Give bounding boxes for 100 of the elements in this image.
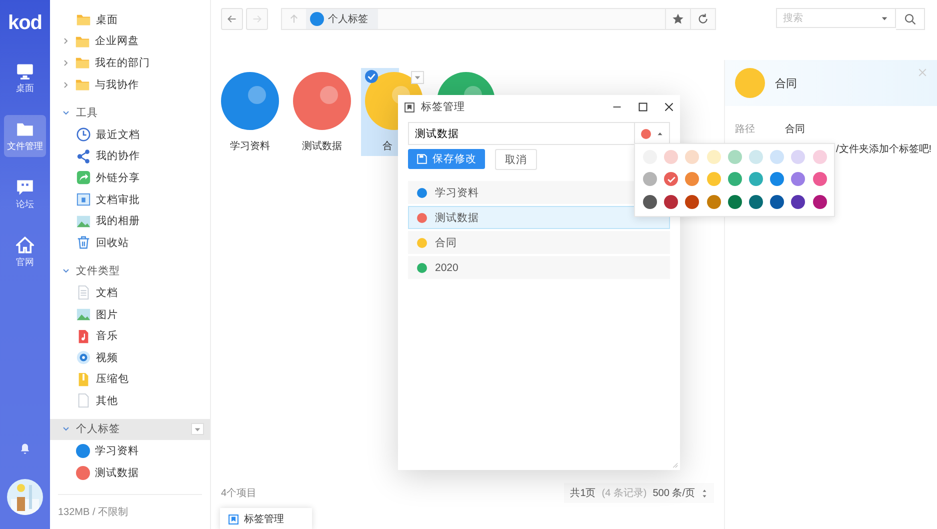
tree-item[interactable]: 回收站 xyxy=(50,232,210,254)
color-swatch[interactable] xyxy=(812,172,826,186)
color-swatch[interactable] xyxy=(706,150,721,164)
back-button[interactable] xyxy=(221,8,243,30)
chevron-down-icon xyxy=(62,109,70,118)
tree-item[interactable]: 外链分享 xyxy=(50,167,210,189)
close-icon xyxy=(664,102,674,112)
color-swatch[interactable] xyxy=(812,194,826,209)
color-swatch[interactable] xyxy=(791,172,806,186)
breadcrumb[interactable]: 个人标签 xyxy=(306,9,378,29)
nav-item[interactable]: 桌面 xyxy=(4,57,46,99)
save-icon xyxy=(416,154,426,164)
caret-icon xyxy=(414,74,421,81)
color-swatch[interactable] xyxy=(748,172,763,186)
cancel-button[interactable]: 取消 xyxy=(495,149,537,170)
color-swatch[interactable] xyxy=(664,150,678,164)
color-swatch[interactable] xyxy=(770,194,784,209)
star-icon xyxy=(672,13,684,25)
dialog-title: 标签管理 xyxy=(421,100,465,114)
clock-icon xyxy=(76,127,91,142)
nav-item[interactable]: 官网 xyxy=(4,231,46,273)
section-header[interactable]: 文件类型 xyxy=(50,260,210,282)
color-swatch[interactable] xyxy=(706,172,721,186)
bookmark-icon xyxy=(228,514,239,524)
image-icon xyxy=(76,214,91,229)
property-value: 合同 xyxy=(785,123,805,136)
tree-item[interactable]: 与我协作 xyxy=(50,74,210,96)
section-header[interactable]: 个人标签 xyxy=(50,418,210,440)
tree-item[interactable]: 视频 xyxy=(50,346,210,368)
color-swatch[interactable] xyxy=(770,150,784,164)
tree-item[interactable]: 我的相册 xyxy=(50,210,210,232)
tree-item[interactable]: 文档 xyxy=(50,282,210,304)
tree-item[interactable]: 学习资料 xyxy=(50,440,210,462)
panel-title: 合同 xyxy=(775,76,797,90)
home-icon xyxy=(16,236,34,254)
color-swatch[interactable] xyxy=(728,194,742,209)
folder-icon xyxy=(76,12,91,28)
trash-icon xyxy=(76,235,91,250)
zip-icon xyxy=(76,372,91,387)
item-menu-button[interactable] xyxy=(411,71,424,84)
caret-icon xyxy=(194,426,201,433)
tree-item[interactable]: 其他 xyxy=(50,390,210,412)
up-icon xyxy=(289,14,299,24)
color-swatch[interactable] xyxy=(770,172,784,186)
avatar[interactable] xyxy=(7,479,43,515)
color-swatch[interactable] xyxy=(664,172,678,186)
color-swatch[interactable] xyxy=(728,172,742,186)
taskbar-item[interactable]: 标签管理 xyxy=(220,508,312,529)
color-swatch[interactable] xyxy=(748,150,763,164)
color-swatch[interactable] xyxy=(643,194,657,209)
tree-item[interactable]: 我在的部门 xyxy=(50,52,210,74)
chevron-right-icon xyxy=(62,37,70,46)
nav-item[interactable]: 论坛 xyxy=(4,173,46,215)
close-icon xyxy=(918,68,927,77)
color-swatch[interactable] xyxy=(791,150,806,164)
caret-icon xyxy=(881,14,888,22)
chevron-right-icon xyxy=(62,58,70,67)
page-size-select[interactable]: 500 条/页 xyxy=(652,486,695,500)
color-swatch[interactable] xyxy=(643,172,657,186)
maximize-button[interactable] xyxy=(638,102,648,112)
tag-row[interactable]: 合同 xyxy=(408,231,670,254)
search-field[interactable]: 搜索 xyxy=(783,10,877,26)
video-icon xyxy=(76,350,91,366)
tree-item[interactable]: 音乐 xyxy=(50,325,210,347)
color-swatch[interactable] xyxy=(685,150,700,164)
color-swatch[interactable] xyxy=(748,194,763,209)
color-swatch[interactable] xyxy=(664,194,678,209)
color-swatch[interactable] xyxy=(706,194,721,209)
bell-icon xyxy=(19,443,31,455)
tag-row[interactable]: 2020 xyxy=(408,256,670,279)
color-swatch[interactable] xyxy=(685,172,700,186)
tag-name-box[interactable]: 测试数据 xyxy=(408,122,670,145)
file-name: 测试数据 xyxy=(302,141,342,152)
tree-item[interactable]: 最近文档 xyxy=(50,124,210,146)
search-box[interactable]: 搜索 xyxy=(776,8,896,28)
color-swatch[interactable] xyxy=(728,150,742,164)
color-swatch[interactable] xyxy=(685,194,700,209)
tree-item[interactable]: 桌面 xyxy=(50,9,210,31)
tag-row[interactable]: 测试数据 xyxy=(408,206,670,229)
tree-item[interactable]: 图片 xyxy=(50,304,210,326)
search-button[interactable] xyxy=(896,8,925,30)
page-count: 共1页 xyxy=(570,486,596,500)
close-button[interactable] xyxy=(664,102,674,112)
tree-item[interactable]: 企业网盘 xyxy=(50,30,210,52)
tree-item[interactable]: 文档审批 xyxy=(50,188,210,210)
logo: kod xyxy=(8,12,42,35)
tree-item[interactable]: 测试数据 xyxy=(50,462,210,484)
check-badge-icon xyxy=(365,70,378,83)
chevron-down-icon xyxy=(62,425,70,434)
chevron-down-icon xyxy=(62,267,70,276)
tree-item[interactable]: 我的协作 xyxy=(50,146,210,168)
storage-quota: 132MB / 不限制 xyxy=(58,494,202,529)
tree-item[interactable]: 压缩包 xyxy=(50,368,210,390)
folder-icon xyxy=(75,77,90,92)
search-icon xyxy=(904,13,916,25)
section-menu-button[interactable] xyxy=(191,423,204,436)
section-header[interactable]: 工具 xyxy=(50,102,210,124)
color-swatch[interactable] xyxy=(812,150,826,164)
color-swatch[interactable] xyxy=(791,194,806,209)
monitor-icon xyxy=(16,62,34,80)
